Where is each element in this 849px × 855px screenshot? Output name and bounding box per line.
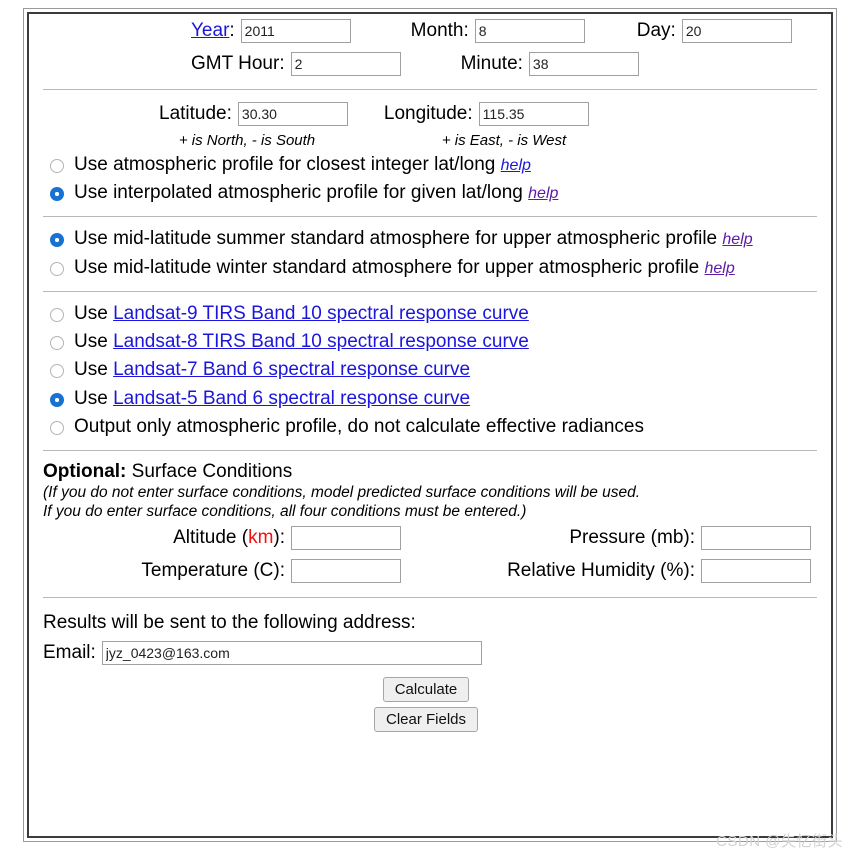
email-label: Email:	[43, 641, 96, 663]
radio-profile-interpolated[interactable]	[50, 187, 64, 202]
temperature-group: Temperature (C):	[81, 559, 401, 584]
form-container: Year: Month: Day: GMT Hour: Minute: Lati…	[27, 12, 833, 838]
year-colon: :	[229, 19, 235, 41]
day-label: Day:	[636, 19, 676, 41]
surface-row-1: Altitude (km): Pressure (mb):	[41, 522, 819, 555]
latlong-row: Latitude: Longitude:	[41, 98, 819, 129]
clear-button-wrap: Clear Fields	[41, 706, 819, 732]
longitude-label: Longitude:	[383, 102, 473, 124]
sensor-option-2[interactable]: Use Landsat-7 Band 6 spectral response c…	[41, 356, 819, 384]
sensor-option-3-label: Use Landsat-5 Band 6 spectral response c…	[74, 387, 471, 409]
latitude-hint: + is North, - is South	[178, 131, 316, 149]
surface-optional-label: Optional:	[43, 460, 127, 482]
calculate-button[interactable]: Calculate	[382, 676, 470, 702]
altitude-group: Altitude (km):	[81, 526, 401, 551]
pressure-label: Pressure (mb):	[569, 527, 695, 549]
latitude-input[interactable]	[237, 101, 348, 126]
link-landsat-5-band-6[interactable]: Landsat-5 Band 6 spectral response curve	[113, 388, 470, 409]
sensor-option-1-label: Use Landsat-8 TIRS Band 10 spectral resp…	[74, 331, 529, 353]
profile-option-0-label: Use atmospheric profile for closest inte…	[74, 154, 531, 175]
radio-profile-only[interactable]	[50, 420, 64, 435]
minute-group: Minute:	[460, 51, 639, 76]
page-border-outer: Year: Month: Day: GMT Hour: Minute: Lati…	[23, 8, 837, 842]
help-link-profile-closest[interactable]: help	[501, 157, 531, 174]
altitude-label: Altitude (km):	[173, 527, 285, 549]
latlong-hints: + is North, - is South + is East, - is W…	[41, 129, 819, 151]
year-input[interactable]	[240, 18, 351, 43]
time-row: GMT Hour: Minute:	[41, 47, 819, 80]
email-row: Email:	[41, 637, 819, 669]
divider-1	[43, 89, 817, 90]
month-label: Month:	[410, 19, 469, 41]
humidity-group: Relative Humidity (%):	[401, 559, 819, 584]
upper-atmosphere-option-1-label: Use mid-latitude winter standard atmosph…	[74, 256, 735, 278]
minute-label: Minute:	[460, 52, 523, 74]
gmt-hour-label: GMT Hour:	[191, 52, 285, 74]
day-input[interactable]	[681, 18, 792, 43]
radio-landsat-8-tirs-band-10[interactable]	[50, 336, 64, 351]
sensor-option-4[interactable]: Output only atmospheric profile, do not …	[41, 413, 819, 441]
day-group: Day:	[636, 18, 792, 43]
temperature-label: Temperature (C):	[141, 560, 285, 582]
sensor-option-4-label: Output only atmospheric profile, do not …	[74, 415, 644, 437]
divider-2	[43, 216, 817, 218]
radio-profile-closest-integer[interactable]	[50, 159, 64, 173]
sensor-option-1[interactable]: Use Landsat-8 TIRS Band 10 spectral resp…	[41, 328, 819, 356]
pressure-group: Pressure (mb):	[401, 526, 819, 551]
profile-option-0[interactable]: Use atmospheric profile for closest inte…	[41, 151, 819, 179]
altitude-input[interactable]	[291, 526, 401, 551]
profile-option-1-label: Use interpolated atmospheric profile for…	[74, 182, 559, 204]
upper-atmosphere-option-0-label: Use mid-latitude summer standard atmosph…	[74, 228, 753, 250]
humidity-label: Relative Humidity (%):	[507, 560, 695, 582]
clear-fields-button[interactable]: Clear Fields	[373, 706, 479, 732]
month-group: Month:	[410, 18, 585, 43]
link-landsat-7-band-6[interactable]: Landsat-7 Band 6 spectral response curve	[113, 359, 470, 380]
help-link-midlat-summer[interactable]: help	[722, 231, 752, 248]
latitude-group: Latitude:	[159, 101, 348, 126]
sensor-option-2-label: Use Landsat-7 Band 6 spectral response c…	[74, 359, 471, 381]
surface-conditions-title: Optional: Surface Conditions	[41, 459, 819, 483]
radio-midlat-summer[interactable]	[50, 233, 64, 248]
radio-landsat-5-band-6[interactable]	[50, 392, 64, 407]
longitude-hint: + is East, - is West	[441, 131, 567, 149]
radio-midlat-winter[interactable]	[50, 261, 64, 276]
sensor-option-0[interactable]: Use Landsat-9 TIRS Band 10 spectral resp…	[41, 300, 819, 328]
calculate-button-wrap: Calculate	[41, 676, 819, 702]
radio-landsat-7-band-6[interactable]	[50, 364, 64, 379]
year-group: Year:	[191, 18, 351, 43]
surface-row-2: Temperature (C): Relative Humidity (%):	[41, 555, 819, 588]
surface-note-line-1: (If you do not enter surface conditions,…	[43, 483, 641, 501]
divider-3	[43, 290, 817, 292]
date-row: Year: Month: Day:	[41, 14, 819, 47]
profile-option-1[interactable]: Use interpolated atmospheric profile for…	[41, 179, 819, 207]
divider-5	[43, 596, 817, 598]
surface-title-rest: Surface Conditions	[126, 460, 293, 482]
divider-4	[43, 449, 817, 451]
gmt-hour-input[interactable]	[290, 51, 401, 76]
latitude-label: Latitude:	[159, 102, 232, 124]
pressure-input[interactable]	[701, 526, 811, 551]
year-label: Year:	[191, 20, 235, 42]
gmt-hour-group: GMT Hour:	[191, 51, 401, 76]
link-landsat-9-tirs-band-10[interactable]: Landsat-9 TIRS Band 10 spectral response…	[113, 303, 529, 324]
longitude-input[interactable]	[478, 101, 589, 126]
surface-note-line-2: If you do enter surface conditions, all …	[43, 503, 527, 521]
upper-atmosphere-option-1[interactable]: Use mid-latitude winter standard atmosph…	[41, 254, 819, 282]
link-landsat-8-tirs-band-10[interactable]: Landsat-8 TIRS Band 10 spectral response…	[113, 331, 529, 352]
humidity-input[interactable]	[701, 559, 811, 584]
results-address-text: Results will be sent to the following ad…	[43, 611, 416, 633]
year-link[interactable]: Year	[191, 20, 229, 41]
altitude-unit: km	[248, 527, 274, 549]
longitude-group: Longitude:	[383, 101, 589, 126]
sensor-option-3[interactable]: Use Landsat-5 Band 6 spectral response c…	[41, 385, 819, 413]
email-input[interactable]	[101, 640, 482, 665]
help-link-midlat-winter[interactable]: help	[704, 260, 734, 277]
radio-landsat-9-tirs-band-10[interactable]	[50, 307, 64, 322]
temperature-input[interactable]	[291, 559, 401, 584]
upper-atmosphere-option-0[interactable]: Use mid-latitude summer standard atmosph…	[41, 225, 819, 253]
month-input[interactable]	[474, 18, 585, 43]
sensor-option-0-label: Use Landsat-9 TIRS Band 10 spectral resp…	[74, 302, 529, 324]
minute-input[interactable]	[528, 51, 639, 76]
help-link-profile-interpolated[interactable]: help	[528, 185, 558, 202]
